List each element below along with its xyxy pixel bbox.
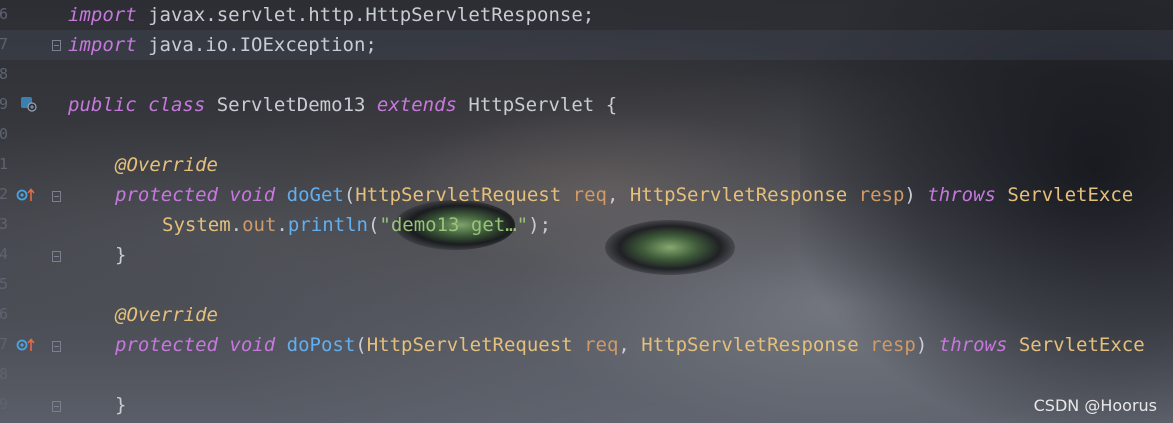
override-method-icon[interactable]: [16, 187, 36, 206]
keyword: throws: [938, 334, 1008, 356]
class-name: System: [162, 214, 231, 236]
line-number: 4: [0, 245, 8, 263]
parameter-name: req: [572, 184, 607, 206]
watermark: CSDN @Hoorus: [1033, 396, 1157, 415]
keyword: void: [229, 334, 276, 356]
punctuation: ,: [618, 334, 642, 356]
parameter-name: req: [584, 334, 619, 356]
code-line-override-annotation[interactable]: @Override: [115, 150, 218, 180]
override-method-icon[interactable]: [16, 337, 36, 356]
code-line-import-response[interactable]: import javax.servlet.http.HttpServletRes…: [68, 0, 594, 30]
punctuation: );: [528, 214, 552, 236]
string-literal: "demo13 get…": [379, 214, 529, 236]
field-name: out: [242, 214, 277, 236]
import-path: java.io.IOException;: [136, 34, 377, 56]
line-number: 9: [0, 395, 8, 413]
type-name: HttpServletRequest: [366, 334, 573, 356]
keyword: void: [229, 184, 276, 206]
fold-marker-icon[interactable]: [52, 251, 61, 262]
punctuation: .: [276, 214, 288, 236]
code-line-doget-signature[interactable]: protected void doGet(HttpServletRequest …: [115, 180, 1133, 210]
fold-marker-icon[interactable]: [52, 401, 61, 412]
annotation: @Override: [115, 304, 218, 326]
fold-marker-icon[interactable]: [52, 191, 61, 202]
type-name: HttpServletRequest: [355, 184, 562, 206]
method-name: doGet: [286, 184, 344, 206]
code-line-dopost-signature[interactable]: protected void doPost(HttpServletRequest…: [115, 330, 1145, 360]
line-number: 6: [0, 305, 8, 323]
method-name: println: [287, 214, 368, 236]
keyword: extends: [376, 94, 457, 116]
method-name: doPost: [286, 334, 356, 356]
line-number: 6: [0, 5, 8, 23]
line-number: 9: [0, 95, 8, 113]
line-number: 7: [0, 35, 8, 53]
open-brace: {: [594, 94, 618, 116]
fold-marker-icon[interactable]: [52, 341, 61, 352]
parameter-name: resp: [858, 184, 905, 206]
import-path: javax.servlet.http.HttpServletResponse;: [136, 4, 595, 26]
class-name: ServletDemo13: [205, 94, 377, 116]
punctuation: (: [343, 184, 356, 206]
keyword: protected: [115, 184, 218, 206]
code-line-close-brace[interactable]: }: [115, 390, 126, 420]
code-line-class-declaration[interactable]: public class ServletDemo13 extends HttpS…: [68, 90, 617, 120]
line-number: 5: [0, 275, 8, 293]
code-line-import-ioexception[interactable]: import java.io.IOException;: [68, 30, 377, 60]
punctuation: (: [355, 334, 367, 356]
line-number: 7: [0, 335, 8, 353]
close-brace: }: [115, 394, 127, 416]
line-number: 2: [0, 185, 8, 203]
keyword: public: [68, 94, 137, 116]
punctuation: ): [904, 184, 928, 206]
code-line-println[interactable]: System.out.println("demo13 get…");: [162, 210, 551, 240]
background-eye-right: [605, 220, 735, 275]
code-editor[interactable]: 6 7 8 9 0 1 2 3 4 5 6 7 8 9 import javax…: [0, 0, 1173, 423]
punctuation: .: [230, 214, 243, 236]
fold-marker-icon[interactable]: [52, 40, 61, 51]
keyword: import: [68, 4, 137, 26]
line-number: 0: [0, 125, 8, 143]
keyword: import: [68, 34, 137, 56]
keyword: throws: [927, 184, 996, 206]
keyword: class: [148, 94, 206, 116]
line-number: 3: [0, 215, 8, 233]
superclass-name: HttpServlet: [456, 94, 595, 116]
type-name: HttpServletResponse: [641, 334, 859, 356]
punctuation: ): [915, 334, 939, 356]
punctuation: ,: [606, 184, 630, 206]
punctuation: (: [367, 214, 380, 236]
close-brace: }: [115, 244, 127, 266]
code-line-close-brace[interactable]: }: [115, 240, 126, 270]
class-overrides-icon[interactable]: [20, 96, 38, 115]
parameter-name: resp: [870, 334, 916, 356]
keyword: protected: [115, 334, 218, 356]
type-name: ServletExce: [1018, 334, 1145, 356]
line-number: 1: [0, 155, 8, 173]
line-number: 8: [0, 365, 8, 383]
type-name: ServletExce: [1007, 184, 1134, 206]
type-name: HttpServletResponse: [629, 184, 848, 206]
code-line-override-annotation[interactable]: @Override: [115, 300, 218, 330]
annotation: @Override: [115, 154, 218, 176]
line-number: 8: [0, 65, 8, 83]
